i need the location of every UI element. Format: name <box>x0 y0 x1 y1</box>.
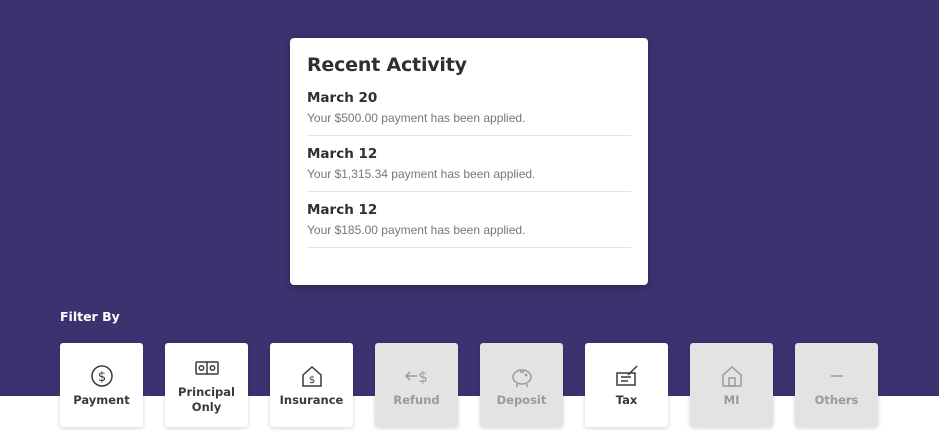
piggy-bank-icon <box>509 363 535 389</box>
filter-by-label: Filter By <box>60 309 120 324</box>
filter-refund-button[interactable]: $ Refund <box>375 343 458 427</box>
dollar-circle-icon: $ <box>89 363 115 389</box>
svg-text:$: $ <box>308 375 314 386</box>
activity-date: March 20 <box>307 90 378 106</box>
filter-label: MI <box>723 392 740 407</box>
activity-item: March 12 Your $1,315.34 payment has been… <box>307 146 631 192</box>
filter-principal-only-button[interactable]: Principal Only <box>165 343 248 427</box>
filter-label: Others <box>814 392 859 407</box>
filter-label: Refund <box>393 392 440 407</box>
filter-label: Insurance <box>279 392 344 407</box>
filter-others-button[interactable]: Others <box>795 343 878 427</box>
filter-insurance-button[interactable]: $ Insurance <box>270 343 353 427</box>
svg-text:$: $ <box>97 370 105 385</box>
home-icon <box>719 363 745 389</box>
activity-date: March 12 <box>307 202 378 218</box>
filter-mi-button[interactable]: MI <box>690 343 773 427</box>
activity-description: Your $500.00 payment has been applied. <box>307 111 526 125</box>
filter-label: Tax <box>615 392 638 407</box>
dash-icon <box>824 363 850 389</box>
filter-label: Payment <box>73 392 130 407</box>
recent-activity-card: Recent Activity March 20 Your $500.00 pa… <box>290 38 648 285</box>
cash-icon <box>194 355 220 381</box>
recent-activity-title: Recent Activity <box>307 54 467 76</box>
house-dollar-icon: $ <box>299 363 325 389</box>
activity-item: March 20 Your $500.00 payment has been a… <box>307 90 631 136</box>
activity-date: March 12 <box>307 146 378 162</box>
tax-icon <box>614 363 640 389</box>
activity-item: March 12 Your $185.00 payment has been a… <box>307 202 631 248</box>
refund-arrow-icon: $ <box>404 363 430 389</box>
filter-options: $ Payment Principal Only $ Insurance $ R… <box>60 343 878 427</box>
filter-tax-button[interactable]: Tax <box>585 343 668 427</box>
filter-payment-button[interactable]: $ Payment <box>60 343 143 427</box>
filter-label: Deposit <box>496 392 547 407</box>
activity-description: Your $185.00 payment has been applied. <box>307 223 526 237</box>
activity-description: Your $1,315.34 payment has been applied. <box>307 167 536 181</box>
svg-text:$: $ <box>418 368 428 386</box>
filter-label: Principal Only <box>178 385 235 414</box>
filter-deposit-button[interactable]: Deposit <box>480 343 563 427</box>
